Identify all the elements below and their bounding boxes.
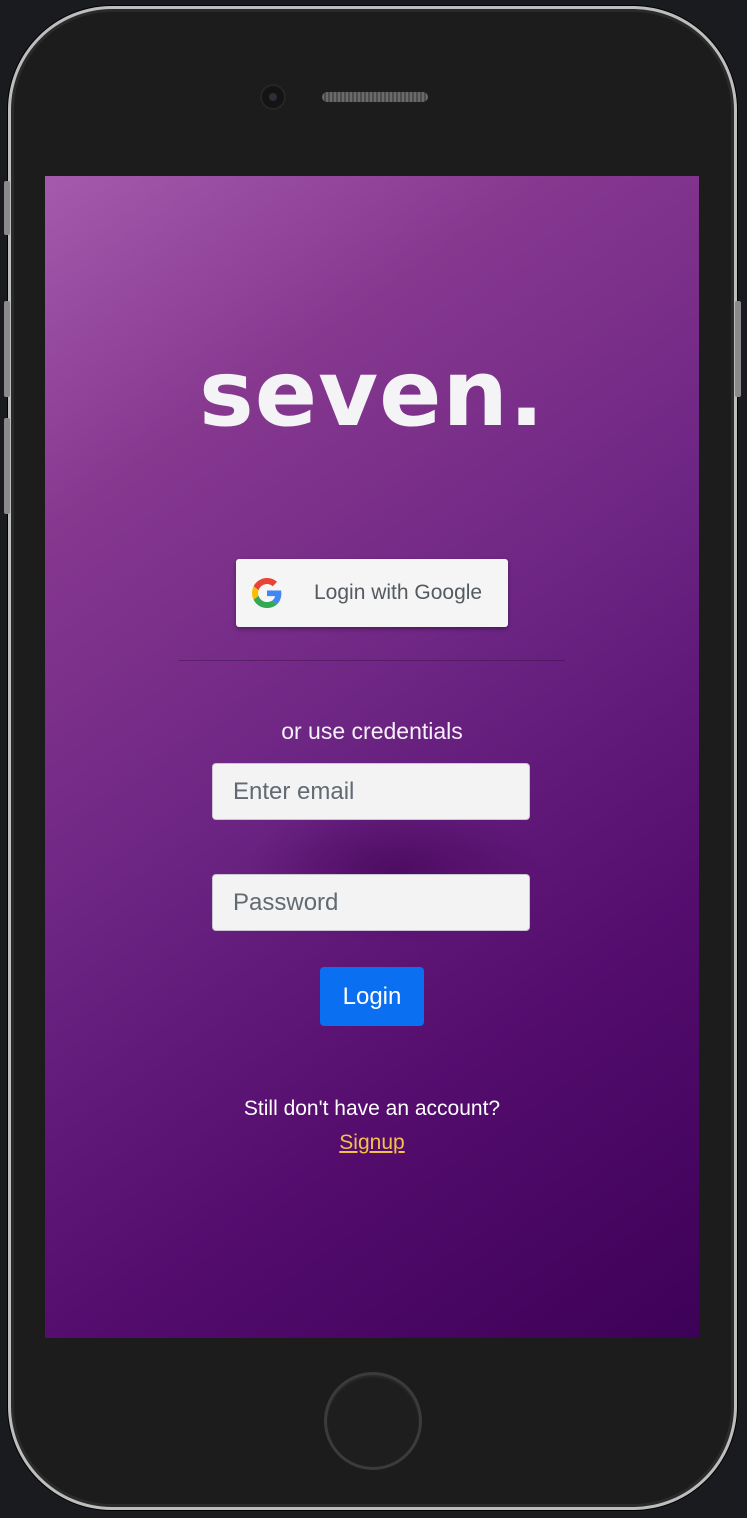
signup-link[interactable]: Signup (45, 1131, 699, 1155)
credentials-heading: or use credentials (281, 718, 463, 744)
login-button[interactable]: Login (320, 967, 424, 1026)
brand-logo: seven. (199, 340, 545, 447)
google-icon (252, 578, 282, 608)
login-with-google-button[interactable]: Login with Google (236, 559, 508, 627)
power-button (735, 301, 741, 397)
google-button-label: Login with Google (314, 581, 483, 604)
camera-icon (260, 84, 286, 110)
volume-down-button (4, 418, 10, 514)
speaker-grille (322, 92, 428, 102)
email-field[interactable] (212, 763, 530, 820)
volume-up-button (4, 301, 10, 397)
mute-switch (4, 181, 10, 235)
signup-prompt: Still don't have an account? (243, 1097, 501, 1120)
password-field[interactable] (212, 874, 530, 931)
divider-line (179, 660, 565, 661)
phone-frame: seven. Login with Google or use credenti… (4, 6, 741, 1510)
app-screen: seven. Login with Google or use credenti… (45, 176, 699, 1338)
home-button-icon[interactable] (324, 1372, 422, 1470)
